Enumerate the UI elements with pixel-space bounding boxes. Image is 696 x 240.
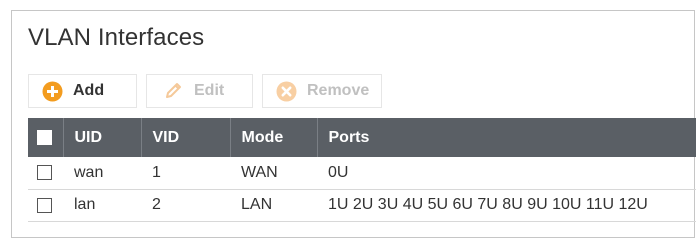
page-title: VLAN Interfaces — [28, 24, 205, 51]
add-button[interactable]: Add — [28, 74, 137, 108]
row-checkbox[interactable] — [37, 165, 52, 181]
cell-vid: 1 — [141, 157, 230, 190]
x-circle-icon — [276, 81, 297, 102]
plus-circle-icon — [42, 81, 63, 102]
remove-button-label: Remove — [307, 82, 370, 99]
cell-mode: LAN — [230, 189, 317, 222]
cell-mode: WAN — [230, 157, 317, 190]
table-row[interactable]: lan 2 LAN 1U 2U 3U 4U 5U 6U 7U 8U 9U 10U… — [28, 189, 696, 222]
remove-button[interactable]: Remove — [262, 74, 382, 108]
pencil-icon — [163, 81, 183, 101]
column-header-mode[interactable]: Mode — [230, 118, 318, 157]
row-checkbox[interactable] — [37, 197, 52, 213]
column-header-uid[interactable]: UID — [63, 118, 142, 157]
select-all-cell — [28, 118, 64, 157]
cell-uid: wan — [63, 157, 141, 190]
column-header-ports[interactable]: Ports — [317, 118, 696, 157]
row-select-cell — [28, 189, 63, 222]
edit-button[interactable]: Edit — [146, 74, 253, 108]
table-header-row: UID VID Mode Ports — [28, 118, 696, 157]
row-select-cell — [28, 157, 63, 190]
vlan-interfaces-panel: VLAN Interfaces Add Edit Remove UID VID … — [11, 10, 696, 238]
column-header-vid[interactable]: VID — [141, 118, 231, 157]
cell-uid: lan — [63, 189, 141, 222]
cell-ports: 1U 2U 3U 4U 5U 6U 7U 8U 9U 10U 11U 12U — [317, 189, 696, 222]
vlan-table: UID VID Mode Ports wan 1 WAN 0U lan 2 LA… — [28, 118, 696, 222]
cell-vid: 2 — [141, 189, 230, 222]
cell-ports: 0U — [317, 157, 696, 190]
add-button-label: Add — [73, 82, 105, 99]
select-all-checkbox[interactable] — [37, 130, 52, 145]
table-row[interactable]: wan 1 WAN 0U — [28, 157, 696, 190]
edit-button-label: Edit — [194, 82, 225, 99]
toolbar: Add Edit Remove — [28, 74, 382, 108]
